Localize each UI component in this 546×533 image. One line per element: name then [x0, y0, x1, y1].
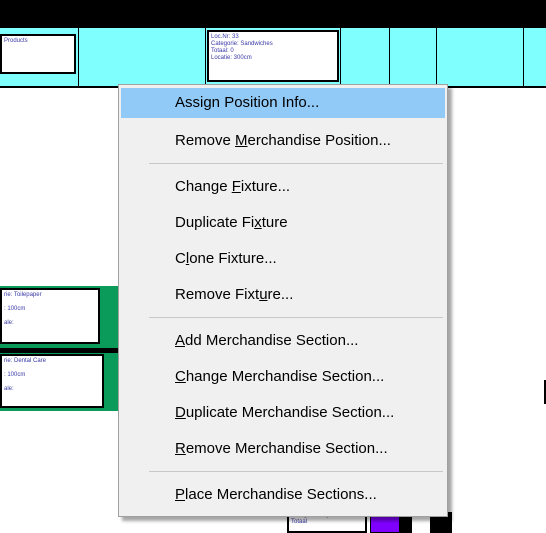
- menu-item-accel: M: [235, 132, 248, 149]
- menu-separator: [149, 471, 443, 472]
- shelf-divider: [389, 28, 390, 86]
- card-line: [4, 299, 96, 306]
- menu-item-label: Duplicate Fi: [175, 214, 255, 231]
- menu-item-change-fixture[interactable]: Change Fixture...: [121, 172, 445, 202]
- menu-item-label: ture: [261, 214, 288, 231]
- card-line: [4, 379, 100, 386]
- menu-item-accel: P: [175, 486, 186, 503]
- card-line: Loc.Nr: 33: [211, 34, 239, 40]
- card-line: [4, 313, 96, 320]
- card-line: Locatie: 300cm: [211, 55, 252, 61]
- menu-item-label: erchandise Position...: [247, 132, 391, 149]
- menu-item-label: C: [175, 250, 186, 267]
- menu-item-accel: u: [259, 286, 268, 303]
- menu-item-accel: D: [175, 404, 186, 421]
- menu-item-accel: A: [175, 332, 186, 349]
- menu-item-accel: C: [175, 368, 186, 385]
- context-menu: Assign Position Info... Remove Merchandi…: [118, 84, 448, 517]
- section-card-dentalcare[interactable]: rie: Dental Care : 100cm ale:: [0, 354, 104, 408]
- menu-item-change-merchandise-section[interactable]: Change Merchandise Section...: [121, 362, 445, 392]
- menu-item-label: one Fixture...: [189, 250, 277, 267]
- menu-item-label: lace Merchandise Sections...: [185, 486, 377, 503]
- menu-item-label: uplicate Merchandise Section...: [185, 404, 395, 421]
- card-line: [4, 365, 100, 372]
- fixture-inner: [412, 515, 430, 533]
- menu-item-accel: F: [231, 178, 241, 195]
- card-line: : 100cm: [4, 306, 26, 312]
- menu-item-label: hange Merchandise Section...: [185, 368, 385, 385]
- card-line: rie: Toilepaper: [4, 292, 42, 298]
- menu-item-duplicate-merchandise-section[interactable]: Duplicate Merchandise Section...: [121, 398, 445, 428]
- menu-item-label: dd Merchandise Section...: [185, 332, 359, 349]
- shelf-divider: [205, 28, 206, 86]
- menu-separator: [149, 163, 443, 164]
- menu-item-duplicate-fixture[interactable]: Duplicate Fixture: [121, 208, 445, 238]
- menu-item-clone-fixture[interactable]: Clone Fixture...: [121, 244, 445, 274]
- shelf-divider: [523, 28, 524, 86]
- shelf-divider: [436, 28, 437, 86]
- top-black-bar: [0, 0, 546, 28]
- card-line: Totaal: [291, 519, 308, 525]
- shelf-divider: [340, 28, 341, 86]
- menu-item-label: re...: [267, 286, 294, 303]
- section-card-sandwiches[interactable]: Loc.Nr: 33 Categorie: Sandwiches Totaal:…: [207, 30, 339, 82]
- card-line: : 100cm: [4, 372, 26, 378]
- section-card-toiletpaper[interactable]: rie: Toilepaper : 100cm ale:: [0, 288, 100, 344]
- section-card-products[interactable]: Products: [0, 34, 76, 74]
- card-line: Products: [4, 38, 28, 44]
- card-line: Categorie: Sandwiches: [211, 41, 273, 47]
- menu-separator: [149, 317, 443, 318]
- menu-item-label: Assign Position Info...: [175, 94, 320, 111]
- card-line: ale:: [4, 386, 14, 392]
- card-line: ale:: [4, 320, 14, 326]
- menu-item-remove-fixture[interactable]: Remove Fixture...: [121, 280, 445, 310]
- menu-item-remove-merchandise-position[interactable]: Remove Merchandise Position...: [121, 126, 445, 156]
- menu-item-label: emove Merchandise Section...: [185, 440, 388, 457]
- menu-item-accel: x: [254, 214, 262, 231]
- card-line: Totaal: 0: [211, 48, 234, 54]
- menu-item-remove-merchandise-section[interactable]: Remove Merchandise Section...: [121, 434, 445, 464]
- menu-item-assign-position-info[interactable]: Assign Position Info...: [121, 88, 445, 118]
- menu-item-label: ixture...: [240, 178, 291, 195]
- menu-item-accel: R: [175, 440, 186, 457]
- menu-item-add-merchandise-section[interactable]: Add Merchandise Section...: [121, 326, 445, 356]
- menu-item-label: Remove Fixt: [175, 286, 260, 303]
- shelf-divider: [78, 28, 79, 86]
- menu-item-place-merchandise-sections[interactable]: Place Merchandise Sections...: [121, 480, 445, 510]
- menu-item-label: Change: [175, 178, 232, 195]
- menu-item-label: Remove: [175, 132, 236, 149]
- card-line: rie: Dental Care: [4, 358, 47, 364]
